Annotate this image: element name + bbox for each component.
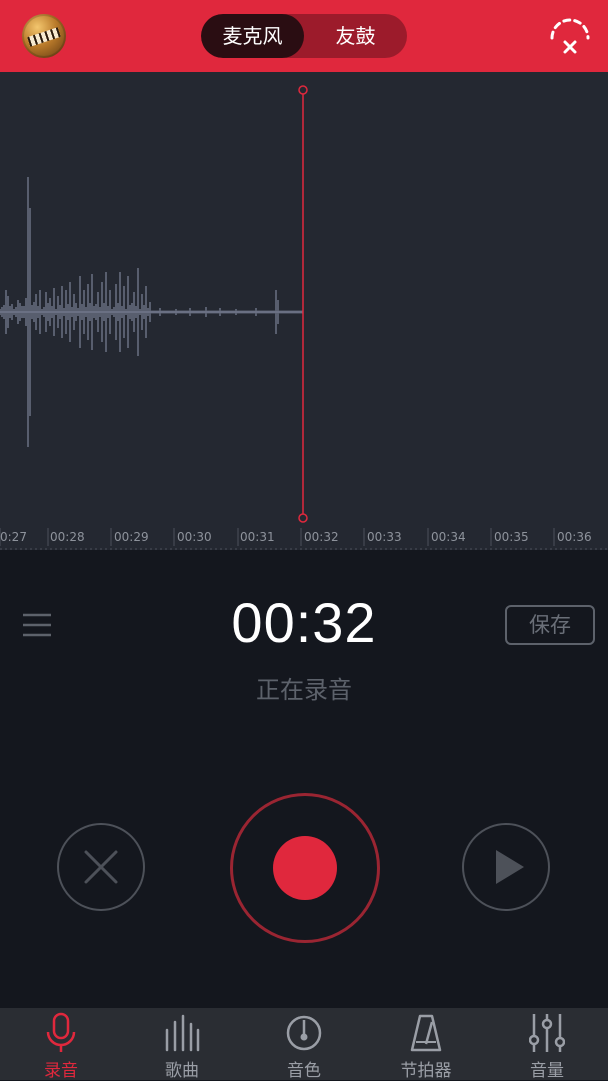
nav-item-record[interactable]: 录音 xyxy=(11,1008,111,1081)
metronome-icon xyxy=(410,1014,442,1052)
tab-drum[interactable]: 友鼓 xyxy=(304,14,407,58)
tick-label: 00:34 xyxy=(431,530,466,544)
tab-microphone[interactable]: 麦克风 xyxy=(201,14,304,58)
nav-item-songs[interactable]: 歌曲 xyxy=(132,1008,232,1081)
tick-label: 0:27 xyxy=(0,530,27,544)
close-icon xyxy=(84,850,118,884)
waveform-panel[interactable] xyxy=(0,72,608,550)
microphone-icon xyxy=(46,1012,76,1052)
cancel-button[interactable] xyxy=(57,823,145,911)
play-button[interactable] xyxy=(462,823,550,911)
tick-label: 00:29 xyxy=(114,530,149,544)
tick-label: 00:31 xyxy=(240,530,275,544)
instrument-avatar[interactable] xyxy=(22,14,66,58)
playhead-top-handle[interactable] xyxy=(298,85,308,95)
nav-label: 音量 xyxy=(530,1061,564,1081)
nav-label: 音色 xyxy=(287,1061,321,1081)
tick-label: 00:28 xyxy=(50,530,85,544)
nav-label: 歌曲 xyxy=(165,1061,199,1081)
tick-label: 00:36 xyxy=(557,530,592,544)
record-icon xyxy=(273,836,337,900)
input-source-toggle: 麦克风 友鼓 xyxy=(201,14,407,58)
bottom-nav: 录音 歌曲 音色 节拍器 音量 xyxy=(0,1008,608,1081)
playhead-bottom-handle[interactable] xyxy=(298,513,308,523)
tick-label: 00:35 xyxy=(494,530,529,544)
nav-item-metronome[interactable]: 节拍器 xyxy=(376,1008,476,1081)
tick-label: 00:32 xyxy=(304,530,339,544)
tick-label: 00:30 xyxy=(177,530,212,544)
record-button[interactable] xyxy=(230,793,380,943)
waveform-graphic xyxy=(0,85,608,550)
volume-sliders-icon xyxy=(529,1014,565,1052)
tone-disc-icon xyxy=(286,1015,322,1051)
nav-label: 节拍器 xyxy=(400,1061,452,1081)
tick-label: 00:33 xyxy=(367,530,402,544)
recording-status: 正在录音 xyxy=(256,676,352,704)
nav-item-tone[interactable]: 音色 xyxy=(254,1008,354,1081)
top-bar: 麦克风 友鼓 xyxy=(0,0,608,72)
save-button[interactable]: 保存 xyxy=(505,605,595,645)
metronome-off-icon[interactable] xyxy=(548,16,592,56)
piano-keys-image xyxy=(27,27,61,47)
play-icon xyxy=(496,850,524,884)
nav-item-volume[interactable]: 音量 xyxy=(497,1008,597,1081)
nav-label: 录音 xyxy=(44,1061,78,1081)
song-bars-icon xyxy=(165,1014,200,1052)
